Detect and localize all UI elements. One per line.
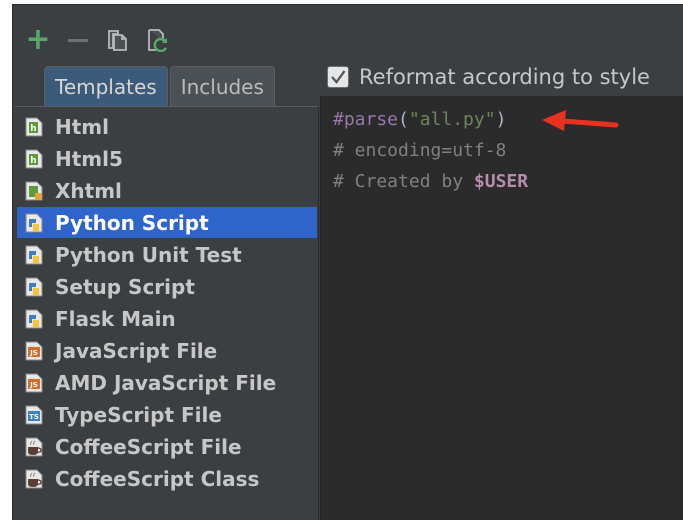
list-item-label: Python Unit Test [55, 242, 242, 267]
list-item-flask-main[interactable]: Flask Main [17, 303, 317, 334]
code-line: # Created by $USER [333, 166, 528, 197]
svg-text:h: h [30, 124, 36, 134]
list-item-label: CoffeeScript File [55, 434, 242, 459]
open-paren: ( [398, 109, 409, 130]
list-item-label: Flask Main [55, 306, 176, 331]
list-item-label: TypeScript File [55, 402, 222, 427]
add-template-button[interactable]: + [25, 22, 51, 57]
svg-text:h: h [30, 156, 36, 166]
list-item-python-script[interactable]: Python Script [17, 207, 317, 238]
tab-includes[interactable]: Includes [169, 66, 275, 106]
template-tabs: Templates Includes [44, 66, 275, 106]
python-file-icon [25, 309, 43, 328]
list-item-label: AMD JavaScript File [55, 370, 277, 395]
list-item-setup-script[interactable]: Setup Script [17, 271, 317, 302]
plus-icon: + [25, 22, 51, 57]
close-paren: ) [495, 109, 507, 130]
string-literal: "all.py" [408, 109, 496, 130]
html-file-icon: h [25, 117, 43, 136]
list-item-label: CoffeeScript Class [55, 466, 260, 491]
typescript-file-icon: TS [25, 405, 43, 424]
tab-templates[interactable]: Templates [44, 66, 168, 106]
xhtml-file-icon [25, 181, 43, 200]
dialog-frame: + Templates Includes h Html h Html5 Xhtm… [0, 0, 683, 520]
python-file-icon [25, 245, 43, 264]
reformat-option: Reformat according to style [327, 62, 650, 92]
svg-text:TS: TS [29, 413, 39, 421]
list-item-label: JavaScript File [55, 338, 218, 363]
copy-template-button[interactable] [105, 27, 131, 53]
svg-text:JS: JS [29, 381, 38, 389]
list-item-html[interactable]: h Html [17, 111, 317, 142]
list-item-coffeescript-file[interactable]: CoffeeScript File [17, 431, 317, 462]
minus-icon [68, 38, 88, 42]
list-item-xhtml[interactable]: Xhtml [17, 175, 317, 206]
comment-text: # Created by [333, 171, 474, 192]
template-list: h Html h Html5 Xhtml Python Script Pytho… [15, 106, 319, 520]
html-file-icon: h [25, 149, 43, 168]
reformat-label: Reformat according to style [359, 65, 650, 89]
list-item-python-unit-test[interactable]: Python Unit Test [17, 239, 317, 270]
template-code-editor[interactable]: #parse("all.py") # encoding=utf-8 # Crea… [320, 96, 683, 520]
reset-icon [148, 29, 168, 52]
reformat-checkbox[interactable] [327, 66, 349, 88]
code-line: #parse("all.py") [333, 104, 528, 135]
javascript-file-icon: JS [25, 373, 43, 392]
parse-directive: #parse [333, 109, 399, 130]
remove-template-button[interactable] [65, 27, 91, 53]
python-file-icon [25, 213, 43, 232]
coffeescript-file-icon [25, 469, 43, 488]
list-item-javascript-file[interactable]: JS JavaScript File [17, 335, 317, 366]
svg-text:JS: JS [29, 349, 38, 357]
javascript-file-icon: JS [25, 341, 43, 360]
checkmark-icon [331, 70, 346, 84]
list-item-coffeescript-class[interactable]: CoffeeScript Class [17, 463, 317, 494]
template-variable: $USER [473, 171, 529, 192]
templates-toolbar: + [25, 25, 171, 55]
annotation-arrow-icon [542, 110, 619, 131]
coffeescript-file-icon [25, 437, 43, 456]
list-item-typescript-file[interactable]: TS TypeScript File [17, 399, 317, 430]
list-item-amd-javascript-file[interactable]: JS AMD JavaScript File [17, 367, 317, 398]
list-item-html5[interactable]: h Html5 [17, 143, 317, 174]
code-text: #parse("all.py") # encoding=utf-8 # Crea… [333, 104, 528, 197]
list-item-label: Xhtml [55, 178, 122, 203]
code-line: # encoding=utf-8 [333, 140, 507, 161]
reset-template-button[interactable] [145, 27, 171, 53]
list-item-label: Html [55, 114, 109, 139]
list-item-label: Python Script [55, 210, 209, 235]
list-item-label: Html5 [55, 146, 123, 171]
copy-icon [108, 30, 127, 51]
python-file-icon [25, 277, 43, 296]
list-item-label: Setup Script [55, 274, 195, 299]
